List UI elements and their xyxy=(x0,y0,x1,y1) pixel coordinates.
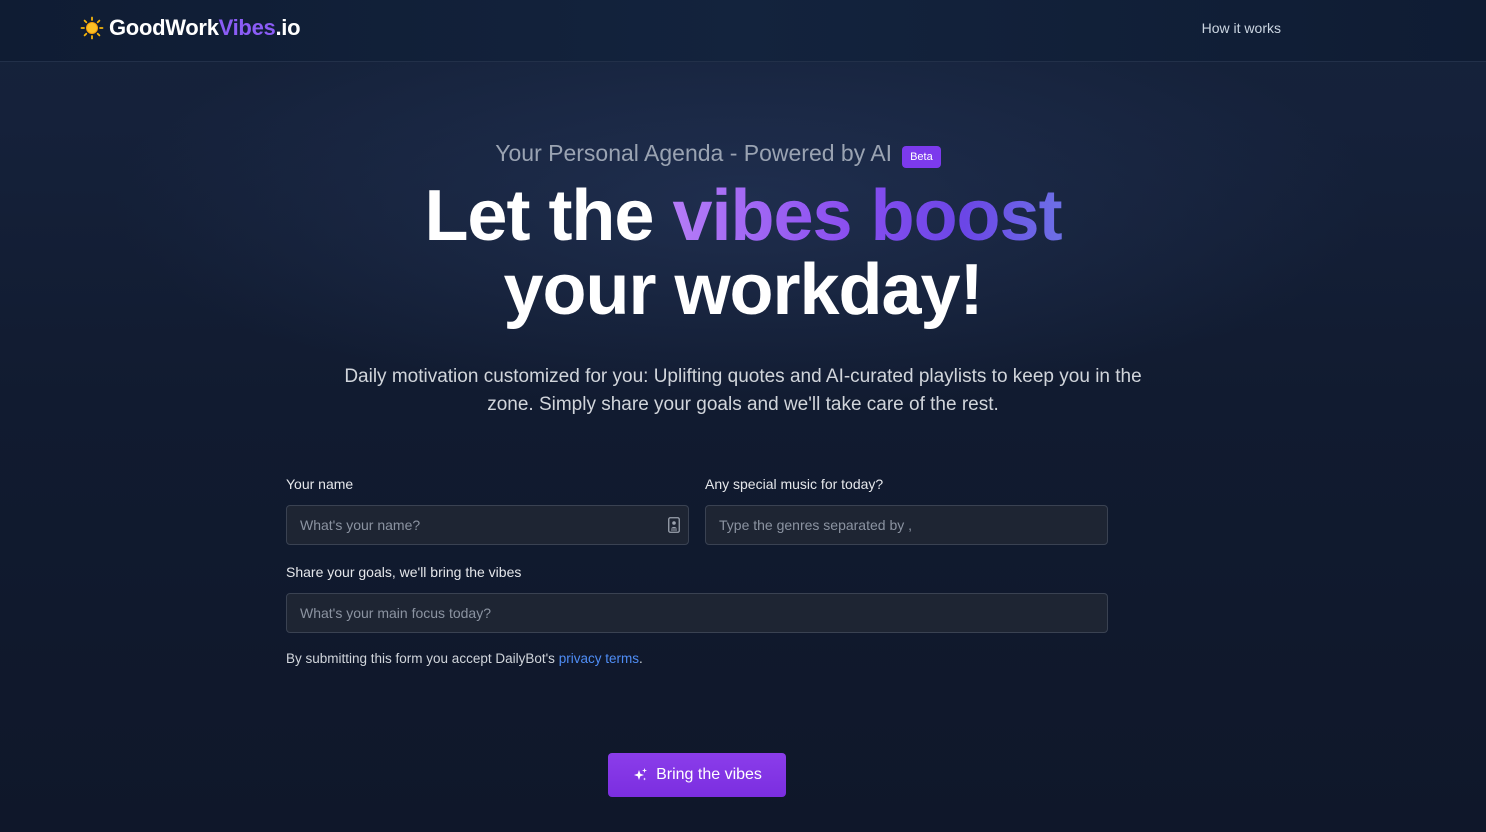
logo-text-goodwork: GoodWork xyxy=(109,15,219,40)
sun-icon xyxy=(80,16,104,40)
beta-badge: Beta xyxy=(902,145,941,168)
name-input[interactable] xyxy=(286,505,689,545)
nav-how-it-works[interactable]: How it works xyxy=(1202,20,1281,36)
hero-tagline: Your Personal Agenda - Powered by AI Bet… xyxy=(495,140,941,168)
logo-text-io: .io xyxy=(275,15,301,40)
site-logo[interactable]: GoodWork Vibes .io xyxy=(80,15,301,41)
music-field-group: Any special music for today? xyxy=(705,476,1108,545)
vibes-form: Your name Any special music for today? S… xyxy=(286,476,1108,666)
logo-text-vibes: Vibes xyxy=(218,15,276,40)
goals-label: Share your goals, we'll bring the vibes xyxy=(286,564,522,580)
privacy-terms-link[interactable]: privacy terms xyxy=(559,651,639,666)
hero-headline: Let the vibes boost your workday! xyxy=(0,179,1486,327)
submit-label: Bring the vibes xyxy=(656,766,762,783)
music-label: Any special music for today? xyxy=(705,476,884,492)
name-label: Your name xyxy=(286,476,354,492)
tagline-text: Your Personal Agenda - Powered by AI xyxy=(495,140,893,166)
consent-text: By submitting this form you accept Daily… xyxy=(286,651,1108,666)
contact-card-icon[interactable] xyxy=(668,517,680,533)
consent-suffix: . xyxy=(638,651,643,666)
bring-the-vibes-button[interactable]: Bring the vibes xyxy=(608,753,786,797)
goals-input[interactable] xyxy=(286,593,1108,633)
headline-plain: Let the xyxy=(424,176,673,256)
hero-subtitle: Daily motivation customized for you: Upl… xyxy=(344,366,1142,415)
music-genres-input[interactable] xyxy=(705,505,1108,545)
hero-section: Your Personal Agenda - Powered by AI Bet… xyxy=(0,140,1486,419)
top-navbar: GoodWork Vibes .io How it works xyxy=(0,0,1486,62)
goals-field-group: Share your goals, we'll bring the vibes xyxy=(286,564,1108,633)
sparkles-icon xyxy=(634,768,648,781)
headline-line2: your workday! xyxy=(503,250,983,330)
headline-accent: vibes boost xyxy=(672,176,1062,256)
name-field-group: Your name xyxy=(286,476,689,545)
consent-prefix: By submitting this form you accept Daily… xyxy=(286,651,559,666)
